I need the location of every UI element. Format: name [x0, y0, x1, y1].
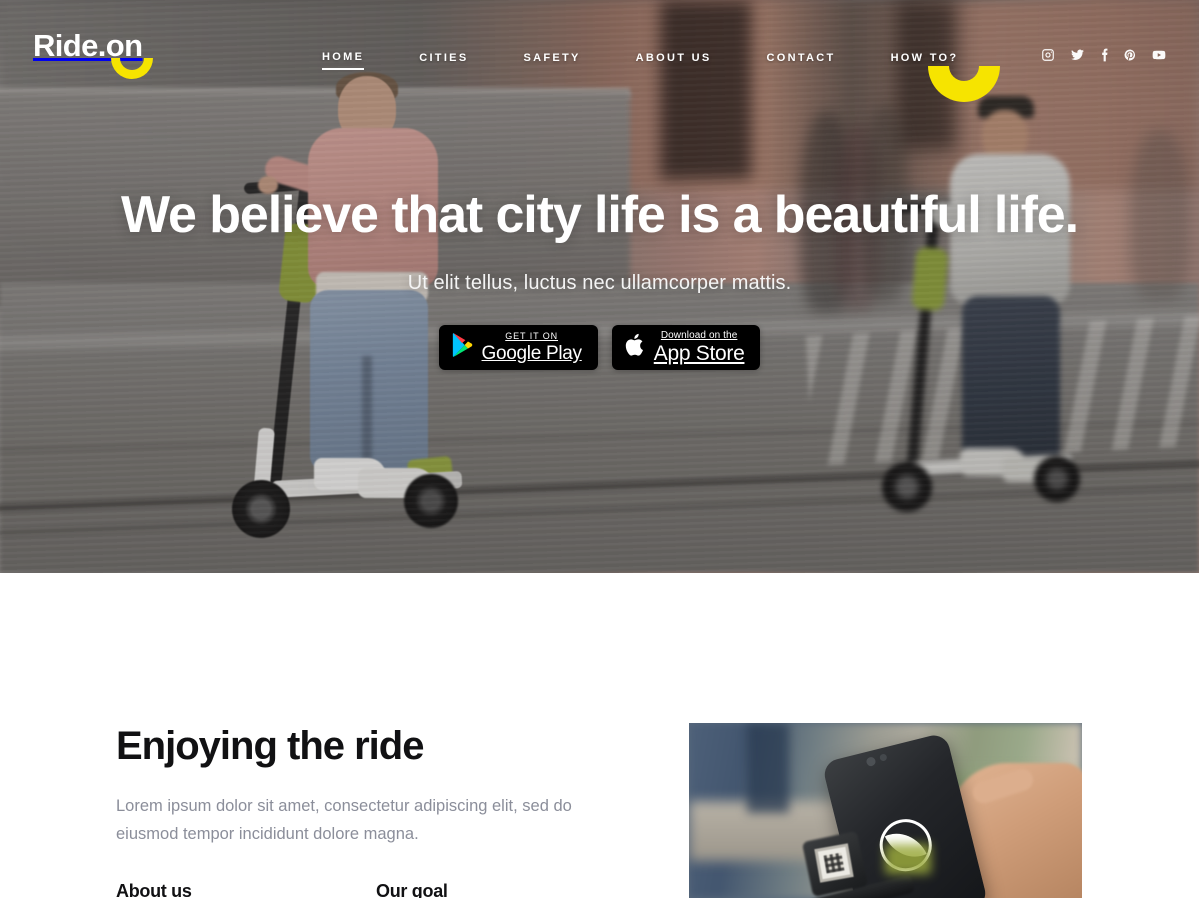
social-links	[1041, 48, 1167, 62]
nav-item-home[interactable]: HOME	[322, 48, 365, 70]
about-photo	[689, 723, 1082, 898]
google-play-badge-big: Google Play	[481, 343, 583, 365]
hero-section: Ride.on HOME CITIES SAFETY ABOUT US CONT…	[0, 0, 1199, 573]
instagram-icon[interactable]	[1041, 48, 1055, 62]
logo-text: Ride.on	[33, 28, 143, 63]
app-store-badge[interactable]: Download on the App Store	[611, 325, 761, 371]
nav-item-safety[interactable]: SAFETY	[523, 49, 580, 69]
about-paragraph: Lorem ipsum dolor sit amet, consectetur …	[116, 797, 572, 844]
nav-item-about-us[interactable]: ABOUT US	[636, 49, 712, 69]
hero-subtitle: Ut elit tellus, luctus nec ullamcorper m…	[407, 272, 792, 295]
pinterest-icon[interactable]	[1124, 48, 1136, 62]
google-play-badge-small: GET IT ON	[505, 331, 559, 342]
about-column-our-goal: Our goal	[376, 881, 636, 898]
hero-title: We believe that city life is a beautiful…	[121, 186, 1079, 244]
site-header: Ride.on HOME CITIES SAFETY ABOUT US CONT…	[0, 0, 1199, 114]
nav-item-cities[interactable]: CITIES	[419, 49, 468, 69]
app-store-badge-small: Download on the	[660, 330, 738, 342]
main-navigation: HOME CITIES SAFETY ABOUT US CONTACT HOW …	[322, 48, 958, 70]
google-play-icon	[451, 333, 473, 362]
nav-item-how-to[interactable]: HOW TO?	[891, 49, 959, 69]
facebook-icon[interactable]	[1100, 48, 1109, 62]
about-column-about-us: About us	[116, 881, 376, 898]
twitter-icon[interactable]	[1070, 48, 1085, 62]
our-goal-heading: Our goal	[376, 880, 448, 898]
youtube-icon[interactable]	[1151, 48, 1167, 62]
about-us-heading: About us	[116, 880, 192, 898]
app-store-badge-big: App Store	[653, 342, 745, 366]
about-subcolumns: About us Our goal	[116, 881, 636, 898]
smile-icon	[111, 58, 153, 79]
about-text-column: Enjoying the ride Lorem ipsum dolor sit …	[116, 724, 636, 898]
qr-code-icon	[814, 843, 854, 883]
hero-content: We believe that city life is a beautiful…	[0, 186, 1199, 371]
google-play-badge[interactable]: GET IT ON Google Play	[438, 325, 598, 371]
nav-item-contact[interactable]: CONTACT	[767, 49, 836, 69]
app-store-badges: GET IT ON Google Play Download on the Ap…	[0, 325, 1199, 371]
apple-icon	[624, 332, 646, 363]
logo[interactable]: Ride.on	[33, 28, 153, 79]
about-title: Enjoying the ride	[116, 724, 424, 768]
